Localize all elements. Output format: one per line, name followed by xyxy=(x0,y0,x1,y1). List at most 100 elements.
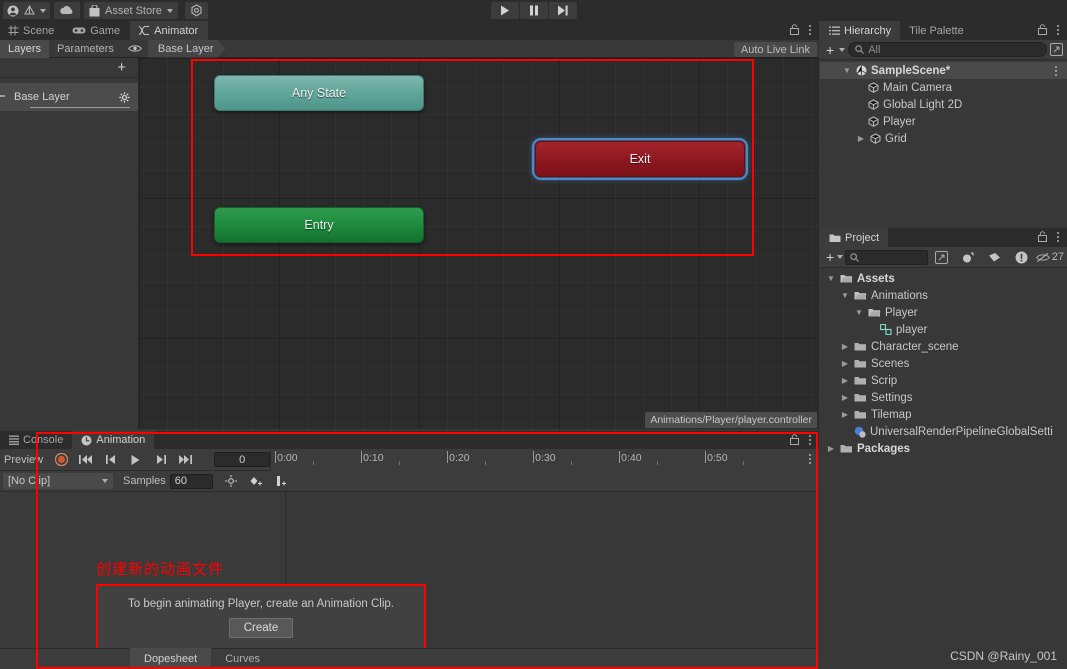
chevron-right-icon[interactable]: ▶ xyxy=(840,410,850,419)
add-property-icon[interactable] xyxy=(219,473,244,490)
project-item-urp-settings[interactable]: UniversalRenderPipelineGlobalSetti xyxy=(820,423,1067,440)
state-node-any-state[interactable]: Any State xyxy=(214,75,424,111)
warning-icon[interactable] xyxy=(1009,249,1034,266)
chevron-down-icon[interactable]: ▼ xyxy=(840,291,850,300)
clip-selector[interactable]: [No Clip] xyxy=(3,473,113,489)
chevron-down-icon[interactable]: ▼ xyxy=(826,274,836,283)
hierarchy-item-global-light-2d[interactable]: Global Light 2D xyxy=(820,96,1067,113)
hierarchy-search-input[interactable]: All xyxy=(848,42,1047,57)
tab-animator[interactable]: Animator xyxy=(130,21,209,40)
chevron-right-icon[interactable]: ▶ xyxy=(840,342,850,351)
hierarchy-item-player[interactable]: Player xyxy=(820,113,1067,130)
asset-store-button[interactable]: Asset Store xyxy=(84,2,178,19)
prev-keyframe-button[interactable] xyxy=(98,451,123,468)
project-search-input[interactable] xyxy=(845,249,928,265)
project-item-scrip[interactable]: ▶ Scrip xyxy=(820,372,1067,389)
lock-icon[interactable] xyxy=(1038,24,1047,35)
asset-store-chevron-down-icon[interactable] xyxy=(166,8,173,13)
preview-button[interactable]: Preview xyxy=(0,454,43,466)
account-chevron-down-icon[interactable] xyxy=(40,8,46,13)
samples-field[interactable]: 60 xyxy=(169,473,213,489)
chevron-right-icon[interactable]: ▶ xyxy=(826,444,836,453)
lock-icon[interactable] xyxy=(1038,231,1047,242)
annotation-text-cn: 创建新的动画文件 xyxy=(96,561,225,578)
chevron-right-icon[interactable]: ▶ xyxy=(840,359,850,368)
breadcrumb[interactable]: Base Layer xyxy=(148,40,226,58)
record-button[interactable] xyxy=(49,451,73,468)
animation-menu-icon[interactable] xyxy=(805,434,815,445)
last-keyframe-button[interactable] xyxy=(173,451,198,468)
project-item-assets[interactable]: ▼ Assets xyxy=(820,270,1067,287)
account-icon[interactable] xyxy=(7,5,19,17)
hidden-packages-badge[interactable]: 27 xyxy=(1035,251,1064,263)
lock-icon[interactable] xyxy=(790,24,799,35)
project-item-animations[interactable]: ▼ Animations xyxy=(820,287,1067,304)
services-button[interactable] xyxy=(184,2,208,19)
hierarchy-item-samplescene[interactable]: ▼ SampleScene* xyxy=(820,62,1067,79)
tab-tile-palette[interactable]: Tile Palette xyxy=(900,21,973,40)
animator-state-graph[interactable]: Any State Exit Entry Animations/Player/p… xyxy=(139,58,819,429)
hierarchy-add-button[interactable]: + xyxy=(824,42,836,58)
timeline-ruler[interactable]: 0:00 0:10 0:20 0:30 0:40 0:50 xyxy=(270,448,819,471)
auto-live-link-button[interactable]: Auto Live Link xyxy=(733,42,817,57)
hierarchy-menu-icon[interactable] xyxy=(1053,24,1063,35)
scene-menu-icon[interactable] xyxy=(1051,65,1061,76)
layer-item-base[interactable]: Base Layer xyxy=(0,83,138,111)
first-keyframe-button[interactable] xyxy=(73,451,98,468)
gear-icon[interactable] xyxy=(119,91,130,103)
filter-icon[interactable] xyxy=(956,249,981,266)
collab-button[interactable] xyxy=(54,2,80,19)
label-icon[interactable] xyxy=(983,249,1008,266)
add-layer-button[interactable]: + xyxy=(0,58,138,78)
play-button[interactable] xyxy=(123,451,148,468)
project-item-settings[interactable]: ▶ Settings xyxy=(820,389,1067,406)
tab-dopesheet[interactable]: Dopesheet xyxy=(130,648,212,669)
project-add-chevron-down-icon[interactable] xyxy=(837,255,844,259)
create-button[interactable]: Create xyxy=(228,618,294,638)
clip-chevron-down-icon[interactable] xyxy=(102,479,108,483)
animator-menu-icon[interactable] xyxy=(805,24,815,35)
state-node-exit[interactable]: Exit xyxy=(532,138,748,180)
add-event-icon[interactable] xyxy=(269,473,294,490)
tab-project[interactable]: Project xyxy=(820,228,889,247)
project-item-player-folder[interactable]: ▼ Player xyxy=(820,304,1067,321)
tab-game[interactable]: Game xyxy=(64,21,130,40)
hierarchy-item-grid[interactable]: ▶ Grid xyxy=(820,130,1067,147)
project-add-button[interactable]: + xyxy=(823,249,835,265)
project-expand-icon[interactable] xyxy=(930,249,955,266)
tab-curves[interactable]: Curves xyxy=(211,648,274,669)
project-item-scenes[interactable]: ▶ Scenes xyxy=(820,355,1067,372)
hierarchy-item-main-camera[interactable]: Main Camera xyxy=(820,79,1067,96)
eye-icon[interactable] xyxy=(122,44,148,53)
step-button[interactable] xyxy=(548,2,577,19)
tab-layers[interactable]: Layers xyxy=(0,39,50,58)
current-frame-field[interactable]: 0 xyxy=(214,452,271,467)
state-node-entry[interactable]: Entry xyxy=(214,207,424,243)
tab-console[interactable]: Console xyxy=(0,431,72,449)
hierarchy-add-chevron-down-icon[interactable] xyxy=(839,47,846,52)
tab-hierarchy[interactable]: Hierarchy xyxy=(820,21,901,40)
project-item-character-scene[interactable]: ▶ Character_scene xyxy=(820,338,1067,355)
project-item-tilemap[interactable]: ▶ Tilemap xyxy=(820,406,1067,423)
chevron-right-icon[interactable]: ▶ xyxy=(856,134,866,143)
chevron-right-icon[interactable]: ▶ xyxy=(840,393,850,402)
tab-parameters[interactable]: Parameters xyxy=(49,40,122,58)
timeline-menu-icon[interactable] xyxy=(805,453,815,464)
project-item-label: Animations xyxy=(871,289,928,302)
tab-scene[interactable]: Scene xyxy=(0,21,64,40)
chevron-right-icon[interactable]: ▶ xyxy=(840,376,850,385)
pause-button[interactable] xyxy=(519,2,548,19)
tab-animation[interactable]: Animation xyxy=(72,431,155,449)
lock-icon[interactable] xyxy=(790,434,799,445)
chevron-down-icon[interactable]: ▼ xyxy=(842,66,852,75)
chevron-down-icon[interactable]: ▼ xyxy=(854,308,864,317)
project-item-packages[interactable]: ▶ Packages xyxy=(820,440,1067,457)
add-keyframe-icon[interactable] xyxy=(244,473,269,490)
project-item-player-clip[interactable]: player xyxy=(820,321,1067,338)
play-button[interactable] xyxy=(490,2,519,19)
hierarchy-item-label: Grid xyxy=(885,132,907,145)
next-keyframe-button[interactable] xyxy=(148,451,173,468)
account-group[interactable] xyxy=(3,2,50,19)
project-menu-icon[interactable] xyxy=(1053,231,1063,242)
hierarchy-expand-icon[interactable] xyxy=(1050,43,1063,56)
